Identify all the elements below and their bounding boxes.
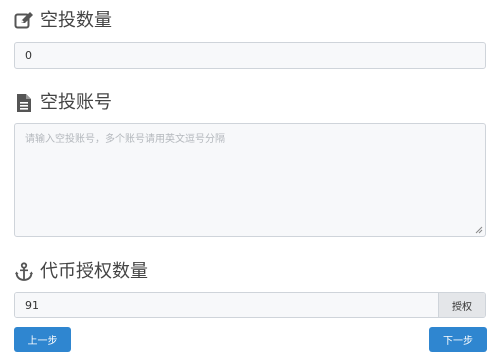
- next-step-label: 下一步: [443, 336, 473, 347]
- airdrop-accounts-heading: 空投账号: [14, 93, 112, 113]
- approve-button[interactable]: 授权: [438, 293, 485, 317]
- edit-icon: [14, 11, 34, 31]
- token-approval-value: 91: [25, 298, 39, 312]
- token-approval-title: 代币授权数量: [40, 261, 148, 282]
- token-approval-group: 91 授权: [14, 292, 486, 318]
- airdrop-accounts-title: 空投账号: [40, 92, 112, 113]
- prev-step-label: 上一步: [27, 336, 58, 347]
- anchor-icon: [14, 262, 34, 282]
- airdrop-accounts-textarea[interactable]: 请输入空投账号，多个账号请用英文逗号分隔: [14, 123, 486, 237]
- airdrop-form: 空投数量 0 空投账号 请输入空投账号，多个账号请用英文逗号分隔 代币授权数量 …: [0, 0, 499, 362]
- token-approval-input[interactable]: 91: [15, 293, 438, 317]
- token-approval-heading: 代币授权数量: [14, 262, 148, 282]
- airdrop-amount-title: 空投数量: [40, 10, 112, 31]
- approve-button-label: 授权: [452, 301, 472, 313]
- document-icon: [14, 93, 34, 113]
- airdrop-amount-value: 0: [25, 49, 32, 62]
- airdrop-accounts-placeholder: 请输入空投账号，多个账号请用英文逗号分隔: [25, 134, 225, 145]
- airdrop-amount-input[interactable]: 0: [14, 42, 486, 69]
- airdrop-amount-heading: 空投数量: [14, 11, 112, 31]
- next-step-button[interactable]: 下一步: [429, 327, 487, 352]
- prev-step-button[interactable]: 上一步: [14, 327, 71, 352]
- resize-handle-icon[interactable]: [475, 226, 483, 234]
